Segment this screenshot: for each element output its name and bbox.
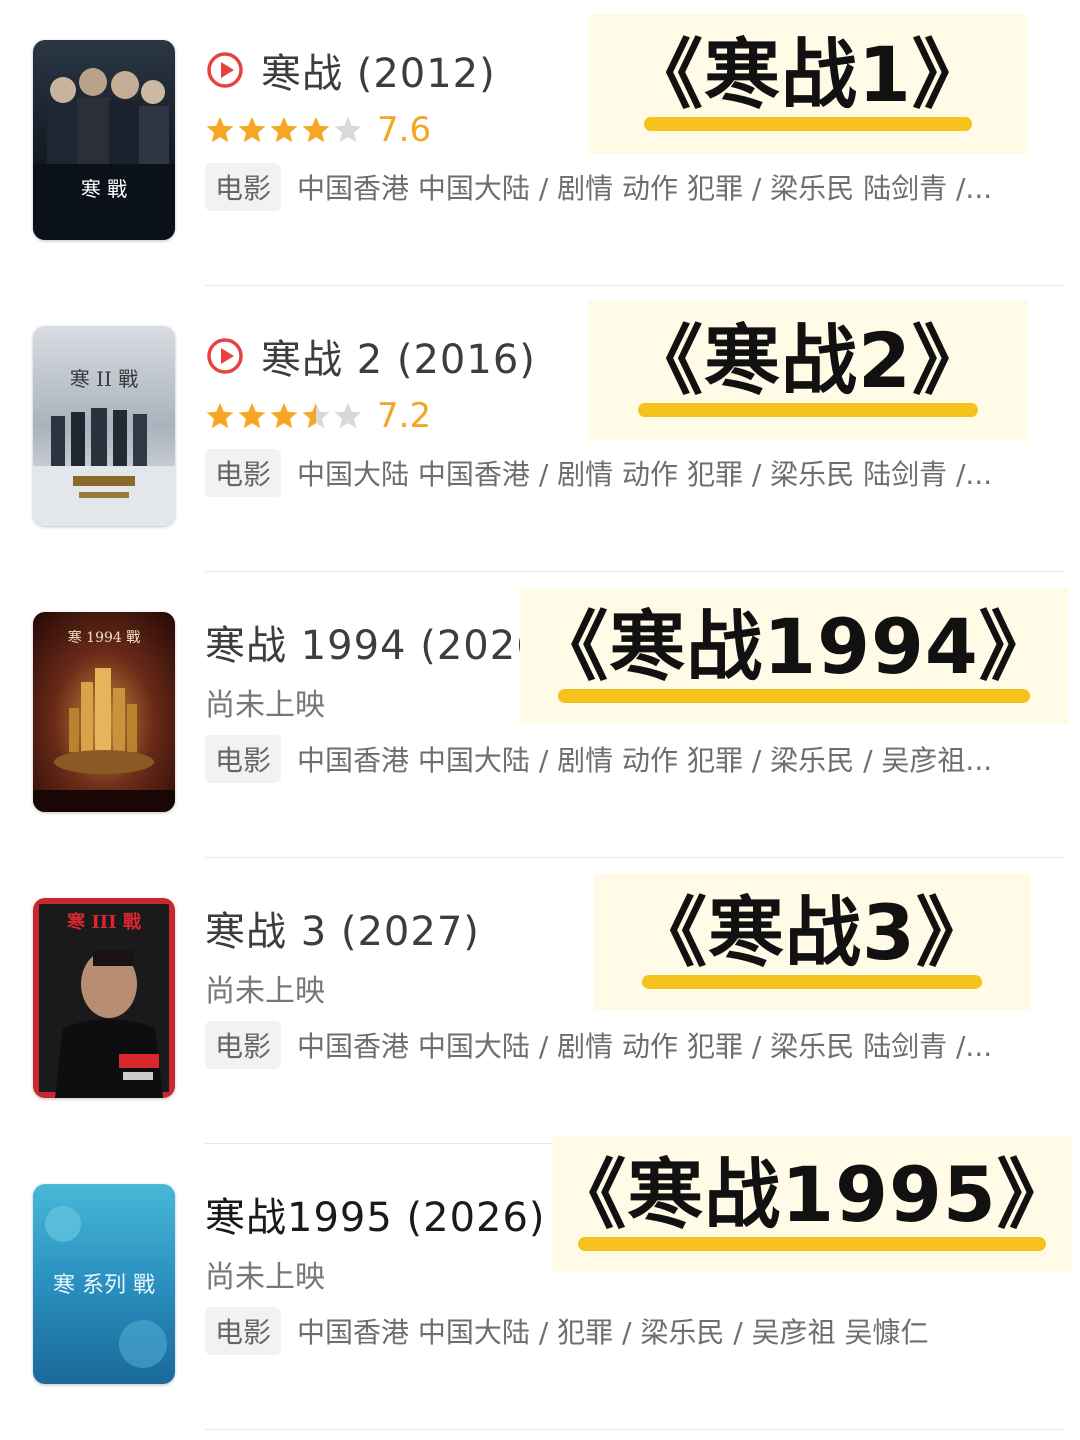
star-full-icon	[206, 116, 234, 143]
movie-poster[interactable]: 寒 1994 戰	[33, 612, 175, 812]
category-tag: 电影	[205, 1021, 282, 1069]
svg-text:寒 III 戰: 寒 III 戰	[66, 911, 141, 933]
overlay-title: 《寒战1》	[627, 30, 989, 119]
category-tag: 电影	[205, 735, 282, 783]
movie-title[interactable]: 寒战 3 (2027)	[205, 899, 480, 957]
movie-meta: 中国香港 中国大陆 / 剧情 动作 犯罪 / 梁乐民 陆剑青 /...	[297, 172, 993, 205]
star-full-icon	[270, 116, 298, 143]
meta-row: 电影 中国香港 中国大陆 / 犯罪 / 梁乐民 / 吴彦祖 吴慷仁	[205, 1306, 1065, 1356]
list-item[interactable]: 寒 III 戰 寒战 3 (2027) 尚未上映 电影 中国香港 中国大陆 / …	[0, 858, 1080, 1144]
title-highlight-overlay: 《寒战2》	[588, 300, 1028, 440]
overlay-title: 《寒战1995》	[550, 1150, 1074, 1239]
star-empty-icon	[334, 402, 362, 429]
star-half-icon	[302, 402, 330, 429]
poster-image: 寒 系列 戰	[33, 1184, 175, 1384]
list-item[interactable]: 寒 1994 戰 寒战 1994 (2026 尚未上映 电影 中国香港 中国大陆…	[0, 572, 1080, 858]
highlight-underline	[642, 975, 982, 989]
star-full-icon	[238, 402, 266, 429]
poster-image: 寒 1994 戰	[33, 612, 175, 812]
release-status: 尚未上映	[205, 974, 325, 1009]
movie-title[interactable]: 寒战 1994 (2026	[205, 613, 543, 671]
rating-row: 7.6	[205, 106, 431, 154]
star-full-icon	[270, 402, 298, 429]
highlight-underline	[638, 403, 978, 417]
overlay-title: 《寒战3》	[631, 888, 993, 977]
divider	[205, 1429, 1064, 1430]
meta-row: 电影 中国香港 中国大陆 / 剧情 动作 犯罪 / 梁乐民 陆剑青 /...	[205, 162, 1065, 212]
title-row: 寒战 2 (2016)	[205, 328, 536, 384]
movie-poster[interactable]: 寒 II 戰	[33, 326, 175, 526]
category-tag: 电影	[205, 449, 282, 497]
title-highlight-overlay: 《寒战1994》	[520, 588, 1068, 724]
title-row: 寒战 3 (2027)	[205, 900, 480, 956]
svg-text:寒 II 戰: 寒 II 戰	[70, 367, 139, 391]
svg-text:寒 戰: 寒 戰	[81, 177, 127, 201]
title-highlight-overlay: 《寒战1》	[588, 14, 1028, 154]
movie-meta: 中国香港 中国大陆 / 剧情 动作 犯罪 / 梁乐民 / 吴彦祖...	[297, 744, 993, 777]
play-circle-icon[interactable]	[205, 336, 245, 376]
title-highlight-overlay: 《寒战3》	[594, 874, 1030, 1010]
overlay-title: 《寒战2》	[627, 316, 989, 405]
svg-text:寒 系列 戰: 寒 系列 戰	[53, 1273, 155, 1298]
movie-list: 寒 戰 寒战 (2012) 7.6 电影 中国香港 中国大陆 / 剧情 动作 犯…	[0, 0, 1080, 1440]
movie-poster[interactable]: 寒 系列 戰	[33, 1184, 175, 1384]
play-circle-icon[interactable]	[205, 50, 245, 90]
movie-title[interactable]: 寒战 (2012)	[261, 41, 496, 99]
category-tag: 电影	[205, 1307, 282, 1355]
rating-row: 7.2	[205, 392, 431, 440]
meta-row: 电影 中国大陆 中国香港 / 剧情 动作 犯罪 / 梁乐民 陆剑青 /...	[205, 448, 1065, 498]
star-rating	[205, 115, 365, 145]
star-empty-icon	[334, 116, 362, 143]
list-item[interactable]: 寒 系列 戰 寒战1995 (2026) 尚未上映 电影 中国香港 中国大陆 /…	[0, 1136, 1080, 1430]
list-item[interactable]: 寒 II 戰 寒战 2 (2016) 7.2 电影 中国大陆 中国香港 / 剧情…	[0, 286, 1080, 572]
rating-score: 7.2	[377, 396, 432, 436]
rating-score: 7.6	[377, 110, 432, 150]
movie-title[interactable]: 寒战1995 (2026)	[205, 1185, 546, 1243]
release-status: 尚未上映	[205, 1260, 325, 1295]
category-tag: 电影	[205, 163, 282, 211]
star-full-icon	[238, 116, 266, 143]
title-row: 寒战 1994 (2026	[205, 614, 543, 670]
svg-text:寒 1994 戰: 寒 1994 戰	[68, 629, 141, 646]
release-status: 尚未上映	[205, 688, 325, 723]
highlight-underline	[644, 117, 972, 131]
title-row: 寒战 (2012)	[205, 42, 496, 98]
highlight-underline	[558, 689, 1030, 703]
meta-row: 电影 中国香港 中国大陆 / 剧情 动作 犯罪 / 梁乐民 / 吴彦祖...	[205, 734, 1065, 784]
movie-meta: 中国大陆 中国香港 / 剧情 动作 犯罪 / 梁乐民 陆剑青 /...	[297, 458, 993, 491]
list-item[interactable]: 寒 戰 寒战 (2012) 7.6 电影 中国香港 中国大陆 / 剧情 动作 犯…	[0, 0, 1080, 286]
highlight-underline	[578, 1237, 1046, 1251]
meta-row: 电影 中国香港 中国大陆 / 剧情 动作 犯罪 / 梁乐民 陆剑青 /...	[205, 1020, 1065, 1070]
movie-title[interactable]: 寒战 2 (2016)	[261, 327, 536, 385]
movie-meta: 中国香港 中国大陆 / 剧情 动作 犯罪 / 梁乐民 陆剑青 /...	[297, 1030, 993, 1063]
movie-poster[interactable]: 寒 III 戰	[33, 898, 175, 1098]
title-row: 寒战1995 (2026)	[205, 1186, 546, 1242]
movie-poster[interactable]: 寒 戰	[33, 40, 175, 240]
overlay-title: 《寒战1994》	[532, 602, 1056, 691]
movie-meta: 中国香港 中国大陆 / 犯罪 / 梁乐民 / 吴彦祖 吴慷仁	[297, 1316, 929, 1349]
star-full-icon	[302, 116, 330, 143]
poster-image: 寒 戰	[33, 40, 175, 240]
poster-image: 寒 III 戰	[33, 898, 175, 1098]
star-rating	[205, 401, 365, 431]
star-full-icon	[206, 402, 234, 429]
poster-image: 寒 II 戰	[33, 326, 175, 526]
title-highlight-overlay: 《寒战1995》	[550, 1136, 1074, 1272]
